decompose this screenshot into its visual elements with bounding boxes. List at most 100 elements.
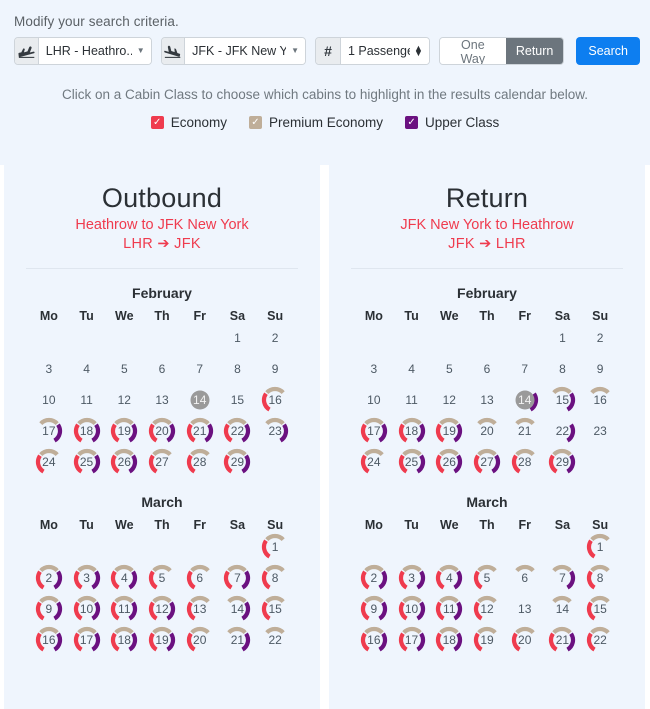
calendar-day-cell[interactable]: 24 bbox=[355, 447, 393, 478]
stepper-arrows-icon[interactable]: ▲▼ bbox=[414, 46, 423, 56]
calendar-day-cell[interactable]: 9 bbox=[581, 354, 619, 385]
calendar-day-cell[interactable]: 7 bbox=[181, 354, 219, 385]
calendar-day-cell[interactable]: 10 bbox=[355, 385, 393, 416]
calendar-day-cell[interactable]: 5 bbox=[468, 563, 506, 594]
calendar-day-cell[interactable]: 19 bbox=[143, 625, 181, 656]
calendar-day-cell[interactable]: 20 bbox=[143, 416, 181, 447]
calendar-day-cell[interactable]: 23 bbox=[256, 416, 294, 447]
calendar-day-cell[interactable]: 16 bbox=[256, 385, 294, 416]
calendar-day-cell[interactable]: 18 bbox=[430, 625, 468, 656]
calendar-day-cell[interactable]: 1 bbox=[256, 532, 294, 563]
calendar-day-cell[interactable]: 9 bbox=[355, 594, 393, 625]
calendar-day-cell[interactable]: 4 bbox=[68, 354, 106, 385]
calendar-day-cell[interactable]: 22 bbox=[581, 625, 619, 656]
calendar-day-cell[interactable]: 11 bbox=[68, 385, 106, 416]
trip-type-toggle[interactable]: One Way Return bbox=[439, 37, 565, 65]
calendar-day-cell[interactable]: 11 bbox=[430, 594, 468, 625]
calendar-day-cell[interactable]: 16 bbox=[355, 625, 393, 656]
calendar-day-cell[interactable]: 3 bbox=[30, 354, 68, 385]
calendar-day-cell[interactable]: 18 bbox=[105, 625, 143, 656]
calendar-day-cell[interactable]: 4 bbox=[393, 354, 431, 385]
calendar-day-cell[interactable]: 27 bbox=[143, 447, 181, 478]
calendar-day-cell[interactable]: 20 bbox=[181, 625, 219, 656]
calendar-day-cell[interactable]: 24 bbox=[30, 447, 68, 478]
calendar-day-cell[interactable]: 1 bbox=[544, 323, 582, 354]
calendar-day-cell[interactable]: 8 bbox=[219, 354, 257, 385]
calendar-day-cell[interactable]: 19 bbox=[430, 416, 468, 447]
checkbox-icon[interactable]: ✓ bbox=[249, 116, 262, 129]
calendar-day-cell[interactable]: 12 bbox=[430, 385, 468, 416]
calendar-day-cell[interactable]: 12 bbox=[468, 594, 506, 625]
calendar-day-cell[interactable]: 13 bbox=[143, 385, 181, 416]
calendar-day-cell[interactable]: 15 bbox=[544, 385, 582, 416]
calendar-day-cell[interactable]: 16 bbox=[581, 385, 619, 416]
cabin-class-economy[interactable]: ✓Economy bbox=[151, 115, 227, 130]
calendar-day-cell[interactable]: 22 bbox=[544, 416, 582, 447]
calendar-day-cell[interactable]: 15 bbox=[581, 594, 619, 625]
calendar-day-cell[interactable]: 15 bbox=[219, 385, 257, 416]
calendar-day-cell[interactable]: 21 bbox=[544, 625, 582, 656]
calendar-day-cell[interactable]: 2 bbox=[30, 563, 68, 594]
calendar-day-cell[interactable]: 3 bbox=[355, 354, 393, 385]
calendar-day-cell[interactable]: 22 bbox=[219, 416, 257, 447]
calendar-day-cell[interactable]: 13 bbox=[506, 594, 544, 625]
passengers-field-group[interactable]: # 1 Passenger ▲▼ bbox=[315, 37, 430, 65]
calendar-day-cell[interactable]: 14 bbox=[544, 594, 582, 625]
calendar-day-cell[interactable]: 6 bbox=[181, 563, 219, 594]
calendar-day-cell[interactable]: 26 bbox=[430, 447, 468, 478]
calendar-day-cell[interactable]: 8 bbox=[581, 563, 619, 594]
calendar-day-cell[interactable]: 13 bbox=[181, 594, 219, 625]
calendar-day-cell[interactable]: 12 bbox=[143, 594, 181, 625]
calendar-day-cell[interactable]: 29 bbox=[544, 447, 582, 478]
calendar-day-cell[interactable]: 21 bbox=[181, 416, 219, 447]
passengers-stepper[interactable]: 1 Passenger ▲▼ bbox=[341, 38, 429, 64]
checkbox-icon[interactable]: ✓ bbox=[151, 116, 164, 129]
calendar-day-cell[interactable]: 11 bbox=[105, 594, 143, 625]
calendar-day-cell[interactable]: 14 bbox=[506, 385, 544, 416]
calendar-day-cell[interactable]: 2 bbox=[256, 323, 294, 354]
calendar-day-cell[interactable]: 21 bbox=[219, 625, 257, 656]
calendar-day-cell[interactable]: 20 bbox=[468, 416, 506, 447]
calendar-day-cell[interactable]: 20 bbox=[506, 625, 544, 656]
origin-field-group[interactable]: LHR - Heathro... ▼ bbox=[14, 37, 152, 65]
calendar-day-cell[interactable]: 7 bbox=[219, 563, 257, 594]
calendar-day-cell[interactable]: 19 bbox=[468, 625, 506, 656]
calendar-day-cell[interactable]: 11 bbox=[393, 385, 431, 416]
calendar-day-cell[interactable]: 12 bbox=[105, 385, 143, 416]
calendar-day-cell[interactable]: 1 bbox=[219, 323, 257, 354]
calendar-day-cell[interactable]: 18 bbox=[393, 416, 431, 447]
calendar-day-cell[interactable]: 4 bbox=[105, 563, 143, 594]
calendar-day-cell[interactable]: 17 bbox=[68, 625, 106, 656]
checkbox-icon[interactable]: ✓ bbox=[405, 116, 418, 129]
calendar-day-cell[interactable]: 8 bbox=[256, 563, 294, 594]
calendar-day-cell[interactable]: 3 bbox=[68, 563, 106, 594]
destination-select[interactable]: JFK - JFK New Y... ▼ bbox=[185, 38, 305, 64]
calendar-day-cell[interactable]: 19 bbox=[105, 416, 143, 447]
cabin-class-premium-economy[interactable]: ✓Premium Economy bbox=[249, 115, 383, 130]
calendar-day-cell[interactable]: 16 bbox=[30, 625, 68, 656]
calendar-day-cell[interactable]: 28 bbox=[181, 447, 219, 478]
calendar-day-cell[interactable]: 5 bbox=[430, 354, 468, 385]
one-way-button[interactable]: One Way bbox=[440, 38, 506, 64]
cabin-class-upper-class[interactable]: ✓Upper Class bbox=[405, 115, 499, 130]
calendar-day-cell[interactable]: 4 bbox=[430, 563, 468, 594]
calendar-day-cell[interactable]: 6 bbox=[506, 563, 544, 594]
calendar-day-cell[interactable]: 22 bbox=[256, 625, 294, 656]
calendar-day-cell[interactable]: 6 bbox=[143, 354, 181, 385]
calendar-day-cell[interactable]: 25 bbox=[68, 447, 106, 478]
calendar-day-cell[interactable]: 27 bbox=[468, 447, 506, 478]
calendar-day-cell[interactable]: 21 bbox=[506, 416, 544, 447]
calendar-day-cell[interactable]: 7 bbox=[506, 354, 544, 385]
calendar-day-cell[interactable]: 28 bbox=[506, 447, 544, 478]
calendar-day-cell[interactable]: 17 bbox=[393, 625, 431, 656]
origin-select[interactable]: LHR - Heathro... ▼ bbox=[39, 38, 151, 64]
calendar-day-cell[interactable]: 10 bbox=[30, 385, 68, 416]
calendar-day-cell[interactable]: 3 bbox=[393, 563, 431, 594]
calendar-day-cell[interactable]: 10 bbox=[393, 594, 431, 625]
calendar-day-cell[interactable]: 2 bbox=[581, 323, 619, 354]
calendar-day-cell[interactable]: 1 bbox=[581, 532, 619, 563]
calendar-day-cell[interactable]: 17 bbox=[30, 416, 68, 447]
calendar-day-cell[interactable]: 7 bbox=[544, 563, 582, 594]
calendar-day-cell[interactable]: 5 bbox=[143, 563, 181, 594]
calendar-day-cell[interactable]: 17 bbox=[355, 416, 393, 447]
